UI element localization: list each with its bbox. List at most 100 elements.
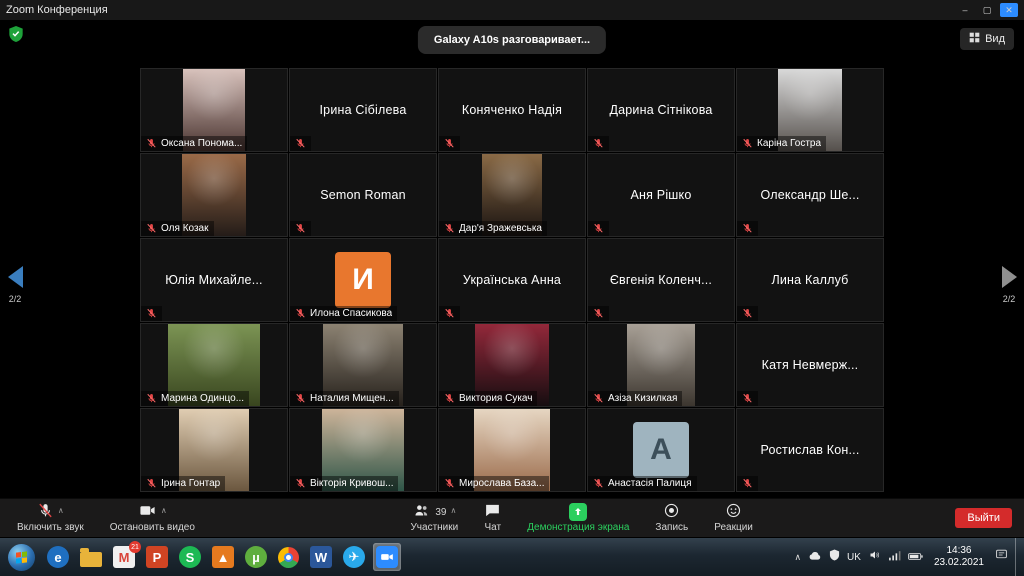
security-shield-icon[interactable]	[8, 25, 24, 48]
participant-tile[interactable]: Ірина Гонтар	[140, 408, 288, 492]
gallery-stage: Оксана Понома... Ірина СібілеваКоняченко …	[0, 66, 1024, 498]
participant-name-centered: Ростислав Кон...	[754, 443, 865, 457]
powerpoint-icon[interactable]: P	[143, 543, 171, 571]
participant-tile[interactable]: Українська Анна	[438, 238, 586, 322]
internet-explorer-icon[interactable]: e	[44, 543, 72, 571]
grid-view-icon	[969, 32, 980, 46]
muted-mic-icon	[295, 138, 306, 149]
next-page-control[interactable]: 2/2	[996, 266, 1022, 304]
participants-options-chevron[interactable]: ∧	[450, 506, 456, 515]
participant-tile[interactable]: Марина Одинцо...	[140, 323, 288, 407]
mail-icon[interactable]: M21	[110, 543, 138, 571]
participant-tile[interactable]: Коняченко Надія	[438, 68, 586, 152]
leave-button[interactable]: Выйти	[955, 508, 1012, 528]
participant-nameplate	[290, 221, 311, 236]
participant-name: Виктория Сукач	[459, 393, 532, 404]
participant-tile[interactable]: Semon Roman	[289, 153, 437, 237]
muted-mic-icon	[37, 502, 54, 522]
participant-nameplate	[439, 136, 460, 151]
hidden-icons-chevron[interactable]: ∧	[794, 552, 801, 563]
participant-tile[interactable]: Ростислав Кон...	[736, 408, 884, 492]
participant-tile[interactable]: Виктория Сукач	[438, 323, 586, 407]
folder-icon[interactable]	[77, 544, 105, 570]
share-screen-button[interactable]: Демонстрация экрана	[514, 499, 642, 537]
participant-tile[interactable]: Дар'я Зражевська	[438, 153, 586, 237]
participant-tile[interactable]: Євгенія Коленч...	[587, 238, 735, 322]
view-button[interactable]: Вид	[960, 28, 1014, 50]
cloud-icon[interactable]	[808, 548, 822, 566]
muted-mic-icon	[146, 223, 157, 234]
system-tray: ∧ UK 14:36 23.02.2021	[794, 538, 1024, 576]
muted-mic-icon	[444, 138, 455, 149]
participants-icon	[412, 502, 431, 522]
participant-tile[interactable]: Ірина Сібілева	[289, 68, 437, 152]
participant-nameplate: Оксана Понома...	[141, 136, 247, 151]
maximize-button[interactable]: ▢	[978, 3, 996, 17]
taskbar-clock[interactable]: 14:36 23.02.2021	[930, 545, 988, 569]
muted-mic-icon	[593, 478, 604, 489]
language-indicator[interactable]: UK	[847, 552, 861, 563]
telegram-icon[interactable]: ✈	[340, 543, 368, 571]
participant-nameplate: Анастасія Палиця	[588, 476, 697, 491]
zoom-window: Zoom Конференция – ▢ ✕ Galaxy A10s разго…	[0, 0, 1024, 576]
reactions-smiley-icon	[725, 502, 742, 522]
participant-tile[interactable]: Аня Рішко	[587, 153, 735, 237]
participants-button[interactable]: 39 ∧ Участники	[397, 499, 471, 537]
unmute-button[interactable]: ∧ Включить звук	[4, 499, 97, 537]
chat-button[interactable]: Чат	[471, 499, 514, 537]
show-desktop-button[interactable]	[1015, 538, 1020, 576]
word-icon[interactable]: W	[307, 543, 335, 571]
participant-tile[interactable]: Лина Каллуб	[736, 238, 884, 322]
participant-nameplate: Оля Козак	[141, 221, 214, 236]
previous-page-arrow-icon[interactable]	[8, 266, 23, 288]
participant-tile[interactable]: Юлія Михайле...	[140, 238, 288, 322]
spotify-icon[interactable]: S	[176, 543, 204, 571]
participant-name: Илона Спасикова	[310, 308, 392, 319]
participant-tile[interactable]: Вікторія Кривош...	[289, 408, 437, 492]
next-page-arrow-icon[interactable]	[1002, 266, 1017, 288]
stop-video-button[interactable]: ∧ Остановить видео	[97, 499, 208, 537]
defender-shield-icon[interactable]	[829, 548, 840, 566]
view-button-label: Вид	[985, 33, 1005, 45]
volume-icon[interactable]	[868, 548, 881, 566]
participant-name: Ірина Гонтар	[161, 478, 220, 489]
zoom-icon[interactable]	[373, 543, 401, 571]
close-button[interactable]: ✕	[1000, 3, 1018, 17]
utorrent-icon[interactable]: µ	[242, 543, 270, 571]
network-icon[interactable]	[888, 548, 901, 566]
action-center-icon[interactable]	[995, 548, 1008, 566]
muted-mic-icon	[146, 478, 157, 489]
record-button[interactable]: Запись	[642, 499, 701, 537]
video-options-chevron[interactable]: ∧	[161, 506, 167, 515]
participant-tile[interactable]: ИИлона Спасикова	[289, 238, 437, 322]
participant-name-centered: Semon Roman	[314, 188, 412, 202]
participant-tile[interactable]: Азіза Кизилкая	[587, 323, 735, 407]
participant-nameplate: Илона Спасикова	[290, 306, 397, 321]
participant-nameplate: Марина Одинцо...	[141, 391, 249, 406]
participant-tile[interactable]: Мирослава База...	[438, 408, 586, 492]
participant-name: Мирослава База...	[459, 478, 544, 489]
vlc-icon[interactable]: ▲	[209, 543, 237, 571]
participant-tile[interactable]: Дарина Сітнікова	[587, 68, 735, 152]
chrome-icon[interactable]	[275, 544, 302, 571]
previous-page-control[interactable]: 2/2	[2, 266, 28, 304]
muted-mic-icon	[444, 308, 455, 319]
participant-tile[interactable]: Каріна Гостра	[736, 68, 884, 152]
participant-tile[interactable]: Наталия Мищен...	[289, 323, 437, 407]
meeting-topbar: Galaxy A10s разговаривает... Вид	[0, 20, 1024, 66]
participant-name: Вікторія Кривош...	[310, 478, 393, 489]
muted-mic-icon	[593, 308, 604, 319]
participant-tile[interactable]: Олександр Ше...	[736, 153, 884, 237]
participant-tile[interactable]: Оля Козак	[140, 153, 288, 237]
battery-icon[interactable]	[908, 548, 923, 566]
audio-options-chevron[interactable]: ∧	[58, 506, 64, 515]
participant-tile[interactable]: Оксана Понома...	[140, 68, 288, 152]
muted-mic-icon	[295, 308, 306, 319]
participant-tile[interactable]: ААнастасія Палиця	[587, 408, 735, 492]
participant-tile[interactable]: Катя Невмерж...	[736, 323, 884, 407]
reactions-button[interactable]: Реакции	[701, 499, 766, 537]
participant-nameplate	[141, 306, 162, 321]
start-button[interactable]	[8, 544, 35, 571]
minimize-button[interactable]: –	[956, 3, 974, 17]
participant-nameplate: Вікторія Кривош...	[290, 476, 398, 491]
